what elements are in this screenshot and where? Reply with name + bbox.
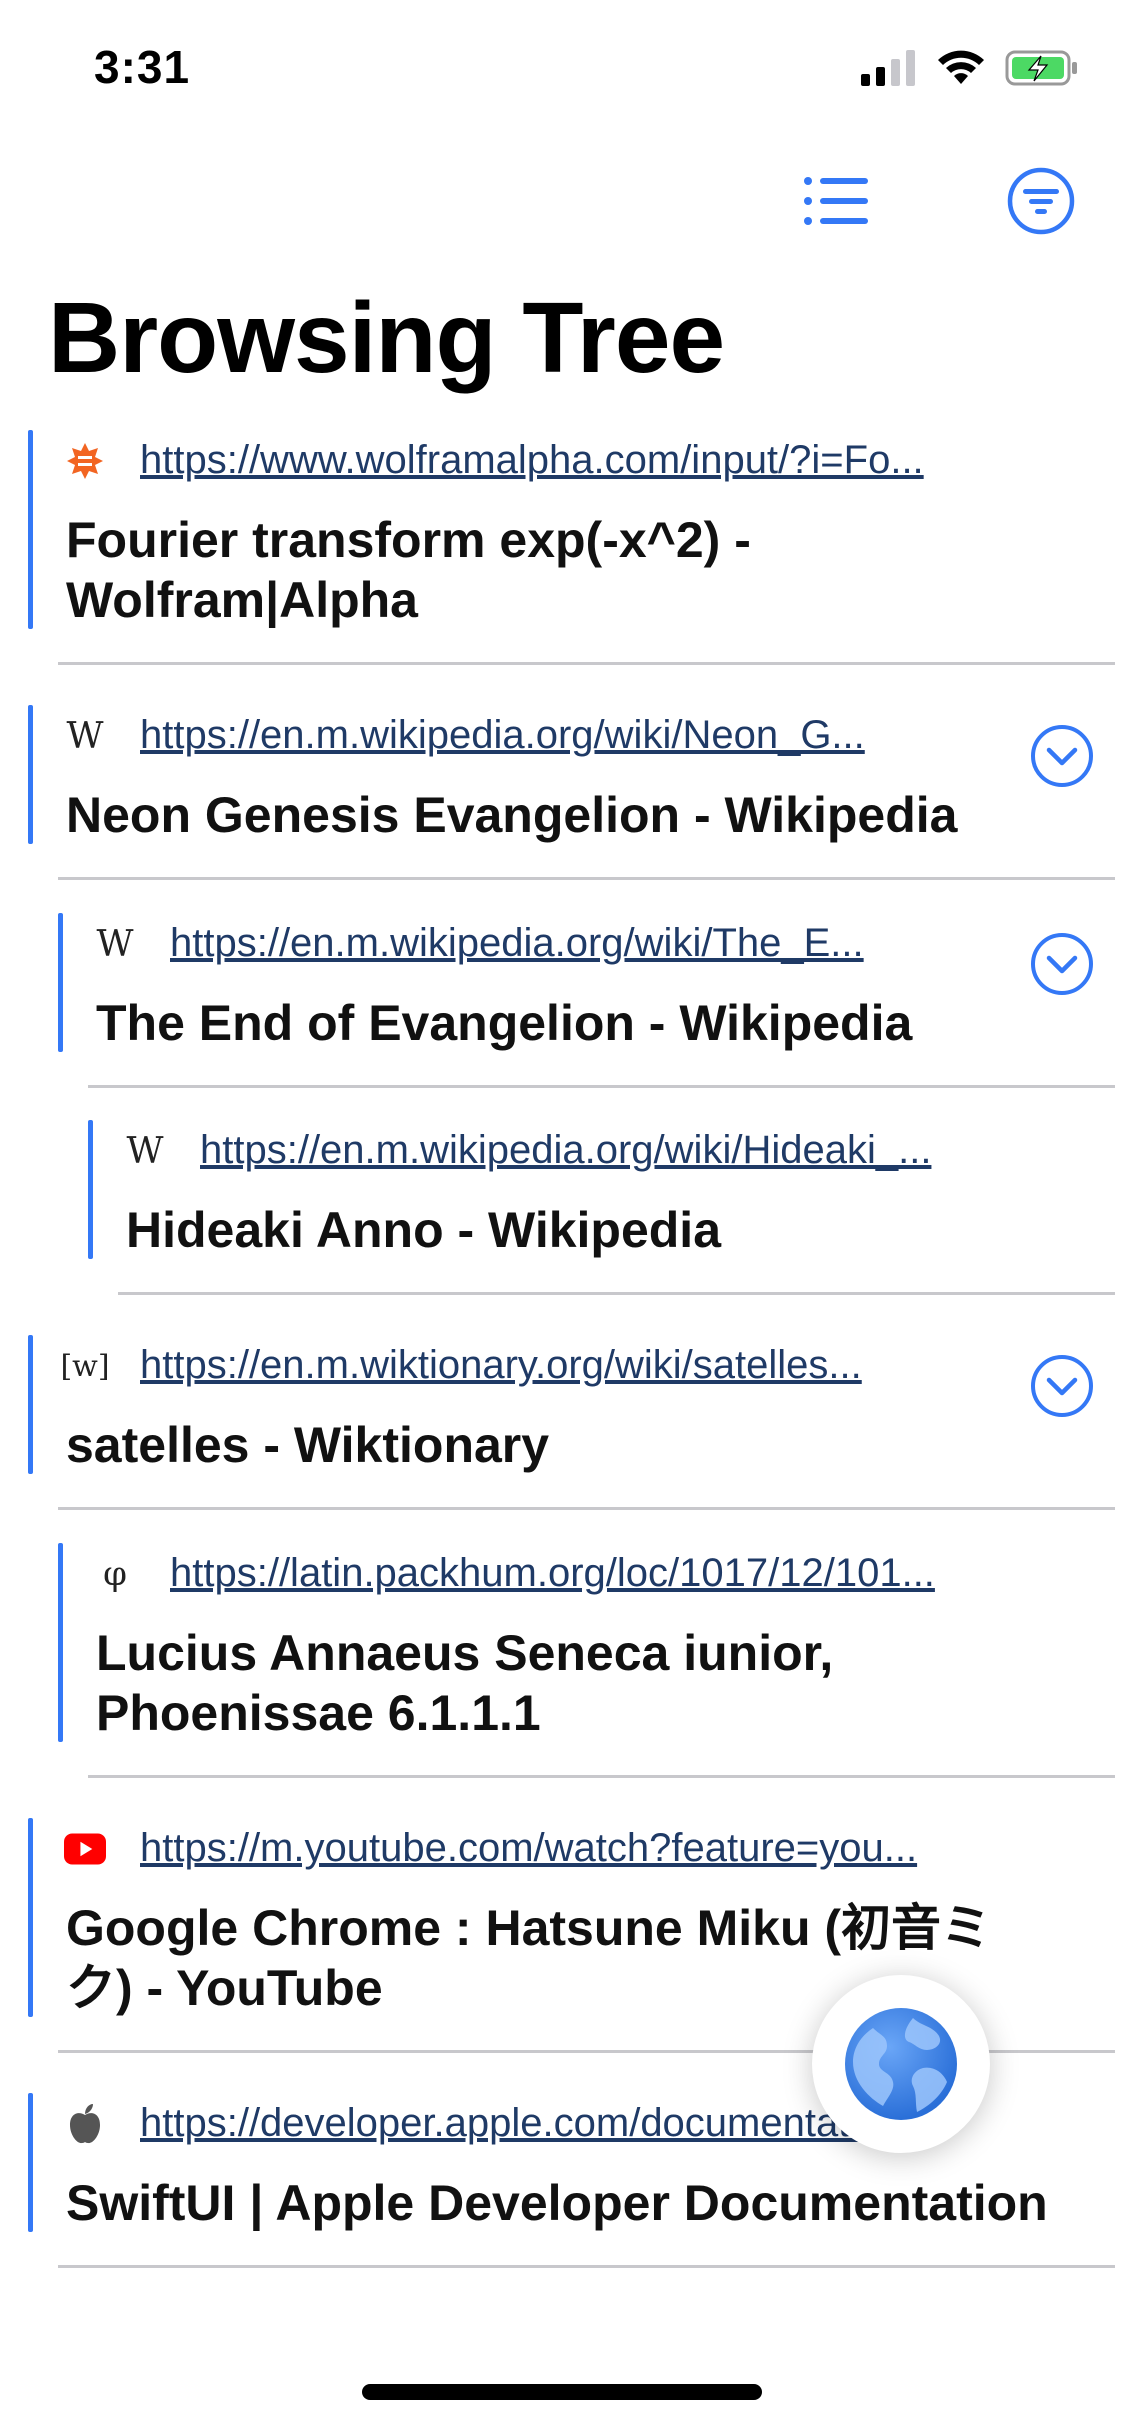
tree-item[interactable]: W https://en.m.wikipedia.org/wiki/Hideak…: [88, 1120, 1125, 1295]
divider: [118, 1292, 1115, 1295]
item-url-link[interactable]: https://latin.packhum.org/loc/1017/12/10…: [170, 1545, 1060, 1601]
tree-item[interactable]: φ https://latin.packhum.org/loc/1017/12/…: [58, 1543, 1125, 1778]
item-url-link[interactable]: https://en.m.wikipedia.org/wiki/The_E...: [170, 915, 990, 971]
divider: [88, 1775, 1115, 1778]
wolfram-icon: [64, 440, 106, 482]
new-browse-button[interactable]: [812, 1975, 990, 2153]
phi-icon: φ: [103, 1554, 127, 1594]
filter-button[interactable]: [1005, 165, 1077, 237]
browsing-tree-screen: 3:31 Browsing Tree https://www.wolframal…: [0, 0, 1125, 2436]
item-title: SwiftUI | Apple Developer Documentation: [66, 2175, 1048, 2231]
item-url-link[interactable]: https://en.m.wiktionary.org/wiki/satelle…: [140, 1337, 990, 1393]
depth-bar: [28, 1335, 33, 1474]
item-title: The End of Evangelion - Wikipedia: [96, 995, 913, 1051]
wikipedia-icon: W: [66, 715, 104, 757]
item-title: Hideaki Anno - Wikipedia: [126, 1202, 721, 1258]
divider: [88, 1085, 1115, 1088]
wifi-icon: [938, 50, 984, 84]
depth-bar: [28, 1818, 33, 2017]
tree-item[interactable]: [w] https://en.m.wiktionary.org/wiki/sat…: [28, 1335, 1125, 1510]
tree-item[interactable]: W https://en.m.wikipedia.org/wiki/Neon_G…: [28, 705, 1125, 880]
globe-icon: [845, 2008, 957, 2120]
signal-icon: [861, 50, 915, 86]
depth-bar: [28, 430, 33, 629]
list-icon: [804, 177, 868, 225]
item-url-link[interactable]: https://en.m.wikipedia.org/wiki/Neon_G..…: [140, 707, 990, 763]
item-url-link[interactable]: https://m.youtube.com/watch?feature=you.…: [140, 1820, 1060, 1876]
depth-bar: [58, 913, 63, 1052]
depth-bar: [58, 1543, 63, 1742]
divider: [58, 662, 1115, 665]
filter-circle-icon: [1007, 167, 1075, 235]
divider: [58, 1507, 1115, 1510]
depth-bar: [28, 2093, 33, 2232]
status-time: 3:31: [94, 41, 191, 93]
item-title: Neon Genesis Evangelion - Wikipedia: [66, 787, 958, 843]
wiktionary-icon: [w]: [60, 1348, 110, 1384]
apple-icon: [64, 2103, 106, 2145]
item-url-link[interactable]: https://en.m.wikipedia.org/wiki/Hideaki_…: [200, 1122, 1060, 1178]
divider: [58, 2265, 1115, 2268]
wikipedia-icon: W: [126, 1130, 164, 1172]
tree-item[interactable]: W https://en.m.wikipedia.org/wiki/The_E.…: [58, 913, 1125, 1088]
item-url-link[interactable]: https://www.wolframalpha.com/input/?i=Fo…: [140, 432, 1060, 488]
wikipedia-icon: W: [96, 923, 134, 965]
depth-bar: [88, 1120, 93, 1259]
battery-charging-icon: [1005, 50, 1077, 86]
chevron-down-circle-icon[interactable]: [1029, 1353, 1095, 1419]
item-title: satelles - Wiktionary: [66, 1417, 550, 1473]
chevron-down-circle-icon[interactable]: [1029, 931, 1095, 997]
youtube-icon: [64, 1828, 106, 1870]
page-title: Browsing Tree: [48, 282, 725, 394]
tree-item[interactable]: https://www.wolframalpha.com/input/?i=Fo…: [28, 430, 1125, 665]
chevron-down-circle-icon[interactable]: [1029, 723, 1095, 789]
list-view-button[interactable]: [800, 165, 872, 237]
item-title: Lucius Annaeus Seneca iunior, Phoenissae…: [96, 1625, 834, 1741]
status-icons: [861, 50, 1079, 86]
divider: [58, 877, 1115, 880]
home-indicator: [362, 2384, 762, 2400]
item-title: Fourier transform exp(-x^2) - Wolfram|Al…: [66, 512, 751, 628]
depth-bar: [28, 705, 33, 844]
